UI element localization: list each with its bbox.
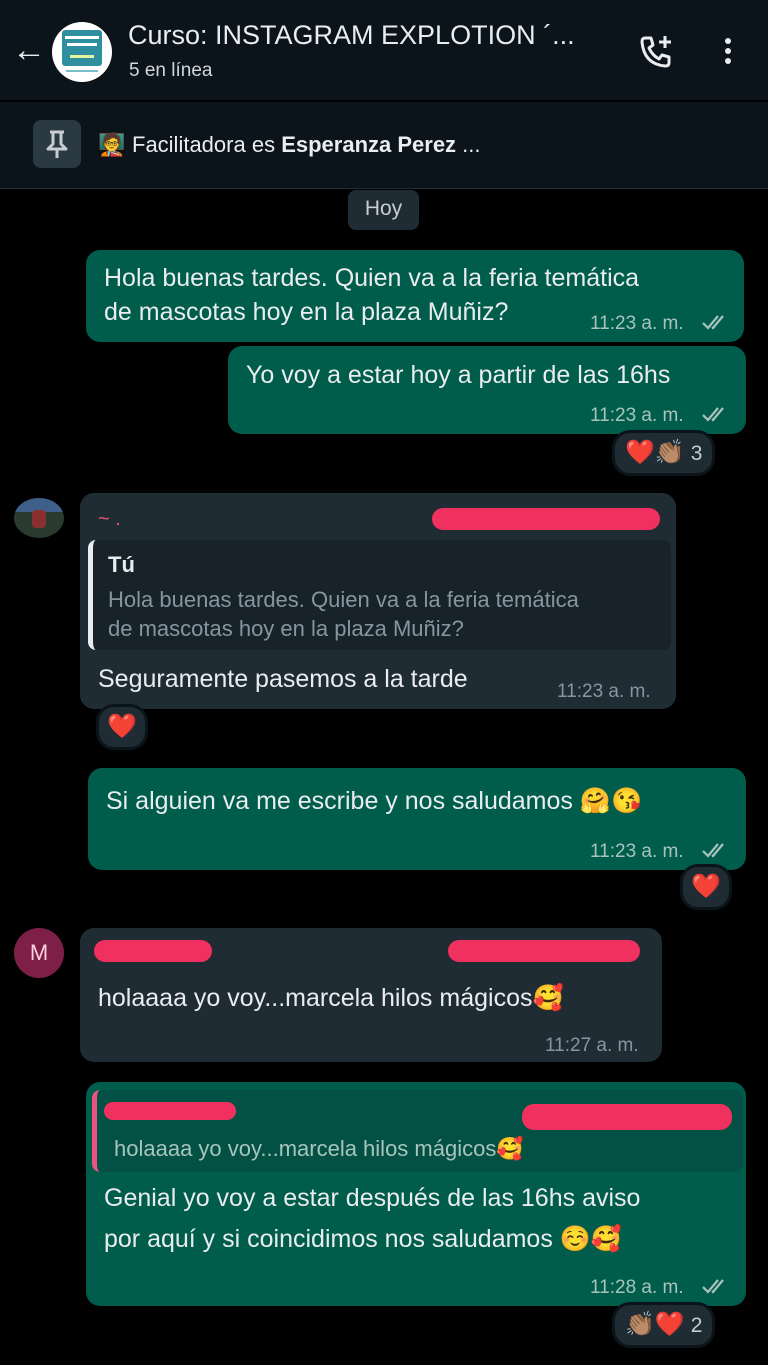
teacher-emoji-icon: 🧑‍🏫: [98, 132, 126, 157]
avatar-line: [65, 36, 99, 39]
reactions-pill[interactable]: ❤️: [680, 864, 732, 910]
redaction-mark: [448, 940, 640, 962]
chat-title[interactable]: Curso: INSTAGRAM EXPLOTION ´...: [128, 20, 575, 51]
online-status: 5 en línea: [129, 60, 213, 81]
sender-avatar[interactable]: M: [14, 928, 64, 978]
message-text: por aquí y si coincidimos nos saludamos …: [104, 1225, 623, 1253]
message-time: 11:23 a. m.: [590, 313, 684, 334]
message-text: Seguramente pasemos a la tarde: [98, 665, 468, 693]
reaction-emojis: 👏🏽❤️: [625, 1311, 685, 1338]
avatar-line: [66, 70, 98, 72]
avatar-photo-figure: [32, 510, 46, 528]
redaction-mark: [522, 1104, 732, 1130]
pinned-text-suffix: ...: [456, 132, 481, 157]
double-check-icon: [702, 843, 724, 858]
avatar-line: [70, 55, 94, 58]
reaction-emojis: ❤️👏🏽: [625, 439, 685, 466]
message-time: 11:28 a. m.: [590, 1277, 684, 1298]
reaction-emojis: ❤️: [691, 873, 721, 900]
quote-text: de mascotas hoy en la plaza Muñiz?: [108, 616, 464, 641]
double-check-icon: [702, 315, 724, 330]
redaction-mark: [94, 940, 212, 962]
more-vert-icon[interactable]: [716, 34, 740, 70]
double-check-icon: [702, 407, 724, 422]
sender-avatar[interactable]: [14, 498, 64, 538]
message-time: 11:23 a. m.: [590, 405, 684, 426]
message-text: holaaaa yo voy...marcela hilos mágicos🥰: [98, 984, 564, 1012]
message-text: Genial yo voy a estar después de las 16h…: [104, 1184, 641, 1212]
message-time: 11:27 a. m.: [545, 1035, 639, 1056]
reaction-count: 3: [690, 442, 703, 465]
group-avatar[interactable]: [52, 22, 112, 82]
add-call-icon[interactable]: [636, 32, 676, 72]
redaction-mark: [432, 508, 660, 530]
message-text: Hola buenas tardes. Quien va a la feria …: [104, 264, 640, 292]
reactions-pill[interactable]: ❤️👏🏽 3: [612, 430, 716, 476]
redaction-mark: [104, 1102, 236, 1120]
pinned-text-bold: Esperanza Perez: [281, 132, 457, 157]
quote-author: Tú: [108, 552, 135, 577]
back-arrow-icon[interactable]: ←: [12, 30, 48, 70]
pinned-text-prefix: Facilitadora es: [132, 132, 282, 157]
date-chip: Hoy: [348, 190, 419, 230]
pinned-text[interactable]: Facilitadora es Esperanza Perez ...: [132, 132, 481, 158]
pin-icon[interactable]: [33, 120, 81, 168]
message-text: Yo voy a estar hoy a partir de las 16hs: [246, 361, 671, 389]
reactions-pill[interactable]: ❤️: [96, 704, 148, 750]
message-text: Si alguien va me escribe y nos saludamos…: [106, 787, 643, 815]
quote-text: Hola buenas tardes. Quien va a la feria …: [108, 587, 579, 612]
reaction-count: 2: [690, 1314, 703, 1337]
message-time: 11:23 a. m.: [590, 841, 684, 862]
reaction-emojis: ❤️: [107, 713, 137, 740]
message-text: de mascotas hoy en la plaza Muñiz?: [104, 298, 509, 326]
avatar-line: [67, 43, 97, 46]
double-check-icon: [702, 1279, 724, 1294]
sender-name[interactable]: ~ .: [98, 508, 121, 531]
message-time: 11:23 a. m.: [557, 681, 651, 702]
quote-text: holaaaa yo voy...marcela hilos mágicos🥰: [114, 1136, 524, 1161]
reactions-pill[interactable]: 👏🏽❤️ 2: [612, 1302, 716, 1348]
